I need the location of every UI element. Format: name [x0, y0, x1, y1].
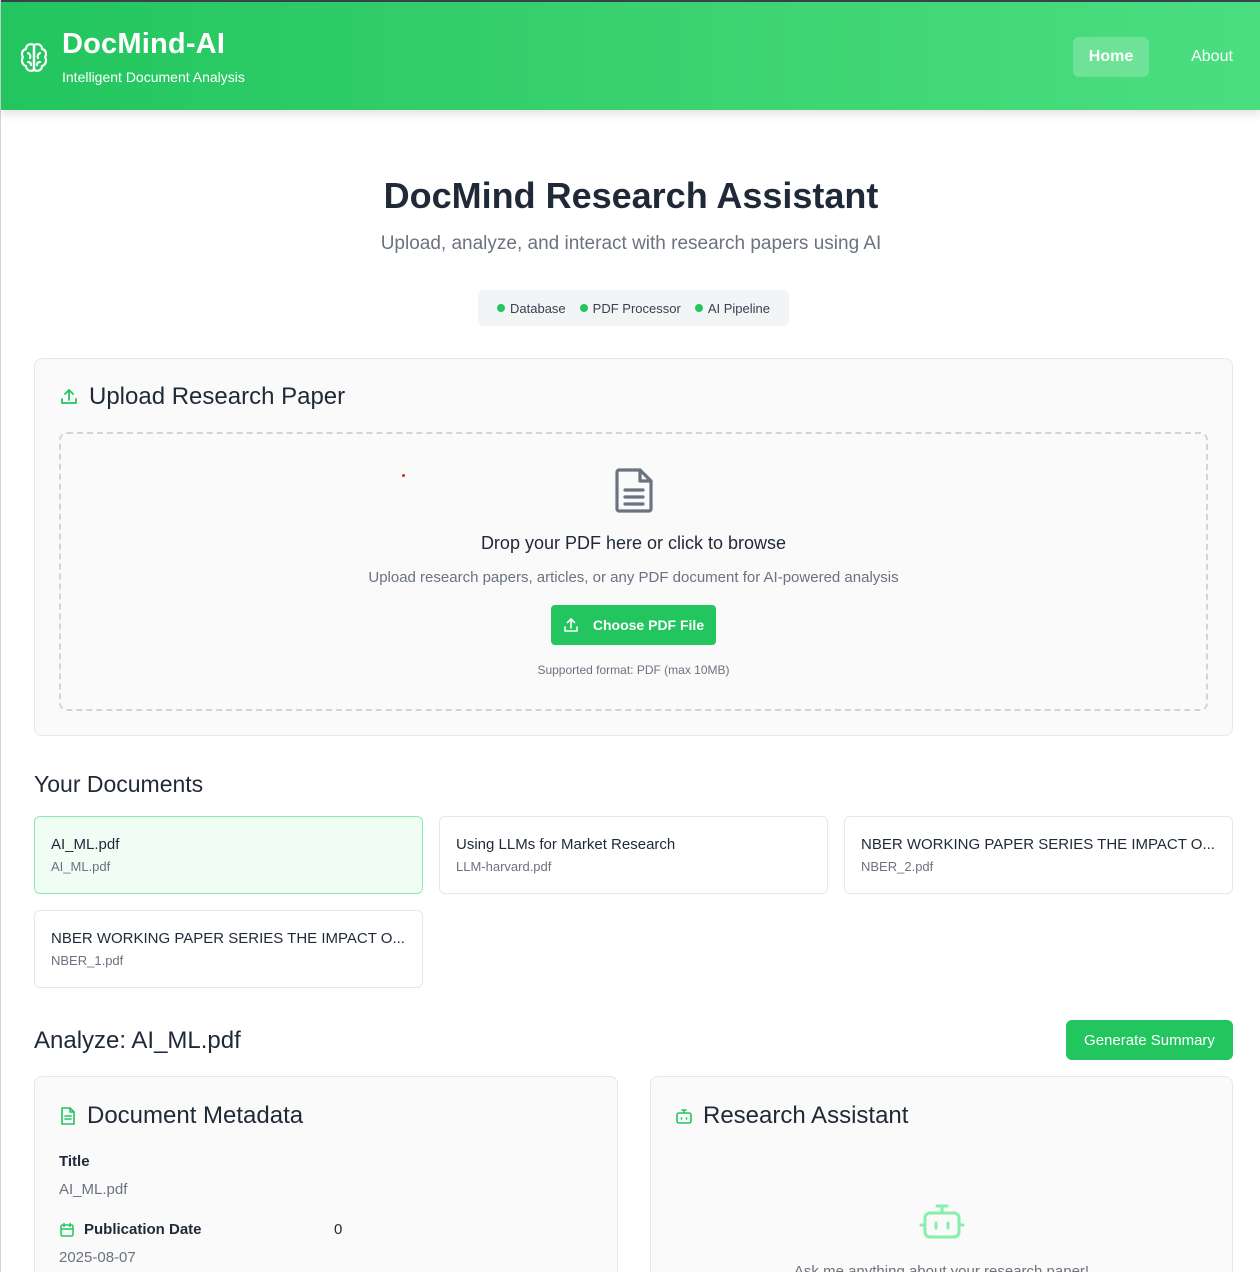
status-item-database: Database [497, 301, 566, 316]
document-filename: NBER_2.pdf [861, 859, 934, 874]
app-subtitle: Intelligent Document Analysis [62, 69, 245, 85]
document-filename: AI_ML.pdf [51, 859, 111, 874]
upload-card: Upload Research Paper Drop your PDF here… [34, 358, 1233, 736]
status-item-ai-pipeline: AI Pipeline [694, 300, 770, 316]
cursor-dot-icon [402, 474, 405, 477]
upload-icon [61, 389, 77, 404]
document-card[interactable]: Using LLMs for Market Research LLM-harva… [439, 816, 828, 894]
assistant-title: Research Assistant [703, 1102, 909, 1129]
title-value: AI_ML.pdf [59, 1181, 128, 1198]
metadata-title: Document Metadata [87, 1102, 304, 1129]
document-card[interactable]: NBER WORKING PAPER SERIES THE IMPACT O..… [844, 816, 1233, 894]
document-name: NBER WORKING PAPER SERIES THE IMPACT O..… [861, 836, 1215, 853]
pdf-dropzone[interactable]: Drop your PDF here or click to browse Up… [59, 432, 1208, 711]
status-dot-icon [694, 304, 703, 312]
document-card[interactable]: NBER WORKING PAPER SERIES THE IMPACT O..… [34, 910, 423, 988]
publication-date-value: 2025-08-07 [59, 1249, 136, 1266]
metadata-header: Document Metadata [59, 1102, 303, 1130]
page-subtitle: Upload, analyze, and interact with resea… [380, 233, 882, 254]
app-header: DocMind-AI Intelligent Document Analysis… [1, 0, 1260, 110]
document-card[interactable]: AI_ML.pdf AI_ML.pdf [34, 816, 423, 894]
assistant-prompt: Ask me anything about your research pape… [793, 1263, 1090, 1272]
metadata-panel: Document Metadata Title AI_ML.pdf Public… [34, 1076, 618, 1272]
upload-card-header: Upload Research Paper [59, 383, 345, 411]
document-name: NBER WORKING PAPER SERIES THE IMPACT O..… [51, 930, 405, 947]
nav-about-link[interactable]: About [1177, 37, 1247, 77]
page-title: DocMind Research Assistant [383, 175, 879, 216]
choose-pdf-button-label: Choose PDF File [592, 617, 705, 633]
brain-icon [20, 43, 48, 72]
research-assistant-panel: Research Assistant Ask me anything about… [650, 1076, 1233, 1272]
dropzone-subtitle: Upload research papers, articles, or any… [368, 569, 899, 586]
status-item-pdf-processor: PDF Processor [579, 300, 681, 316]
status-dot-icon [579, 304, 588, 312]
upload-icon [564, 618, 578, 632]
status-label: PDF Processor [592, 300, 681, 316]
status-dot-icon [497, 304, 506, 312]
file-text-icon [61, 1107, 75, 1125]
document-name: AI_ML.pdf [51, 836, 120, 853]
system-status-bar: Database PDF Processor AI Pipeline [478, 290, 789, 326]
nav-home-link[interactable]: Home [1073, 37, 1149, 77]
document-filename: LLM-harvard.pdf [456, 859, 552, 874]
document-name: Using LLMs for Market Research [456, 836, 676, 853]
supported-format-note: Supported format: PDF (max 10MB) [537, 663, 730, 677]
title-label: Title [59, 1153, 90, 1170]
publication-date-row: Publication Date [59, 1221, 202, 1238]
robot-icon [919, 1204, 965, 1239]
document-icon [615, 468, 653, 513]
documents-heading: Your Documents [34, 771, 204, 797]
analyze-heading: Analyze: AI_ML.pdf [34, 1027, 241, 1054]
choose-pdf-button[interactable]: Choose PDF File [551, 605, 716, 645]
bot-icon [676, 1109, 692, 1124]
calendar-icon [60, 1222, 74, 1237]
status-label: AI Pipeline [707, 300, 770, 316]
dropzone-title: Drop your PDF here or click to browse [480, 533, 787, 553]
upload-card-title: Upload Research Paper [89, 383, 346, 410]
status-label: Database [510, 300, 566, 316]
metadata-count-value: 0 [334, 1221, 343, 1238]
publication-date-label: Publication Date [84, 1221, 202, 1238]
document-filename: NBER_1.pdf [51, 953, 124, 968]
assistant-header: Research Assistant [675, 1102, 908, 1130]
app-title: DocMind-AI [62, 28, 226, 60]
generate-summary-button[interactable]: Generate Summary [1066, 1020, 1233, 1060]
